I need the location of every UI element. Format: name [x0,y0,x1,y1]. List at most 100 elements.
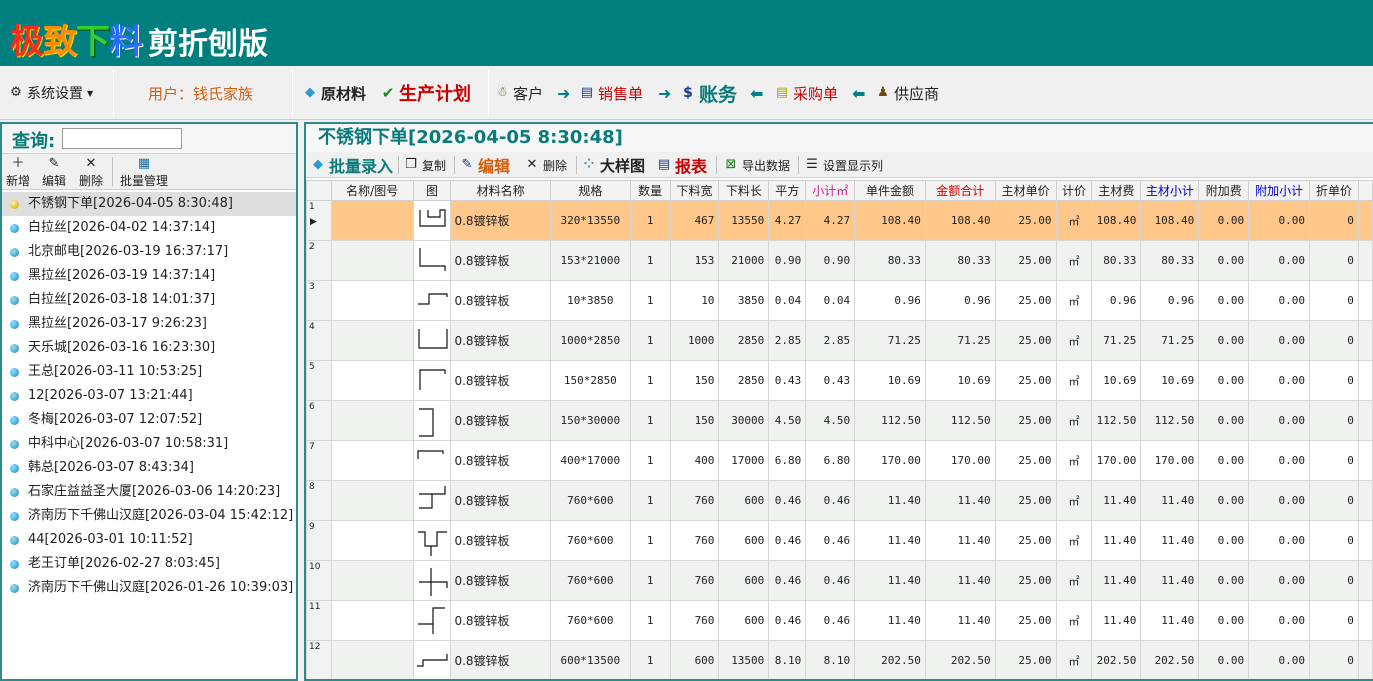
row-number[interactable]: 1 ▶ [306,200,332,241]
table-cell[interactable]: 0.8镀锌板 [450,560,551,601]
table-cell[interactable]: 170.00 [1140,440,1200,481]
part-drawing[interactable] [412,640,452,679]
table-cell[interactable]: 10 [669,280,720,321]
table-cell[interactable]: 11.40 [854,560,926,601]
table-row[interactable]: 8 0.8镀锌板 760*600 1 760 600 0.46 0.46 11.40 11.40 2… [306,480,1373,521]
table-cell[interactable]: 1 [629,240,671,281]
table-cell[interactable]: 80.33 [924,240,996,281]
table-cell[interactable]: 0.8镀锌板 [450,320,551,361]
table-cell[interactable]: 108.40 [924,200,996,241]
column-header[interactable]: 折单价 [1309,180,1359,201]
table-cell[interactable]: 2.85 [768,320,807,361]
list-item[interactable]: 天乐城[2026-03-16 16:23:30] [2,336,296,360]
table-cell[interactable]: 25.00 [994,360,1057,401]
query-input[interactable] [62,128,182,149]
part-drawing[interactable] [412,560,452,601]
edit-row-button[interactable]: ✎ 编辑 [459,155,510,176]
table-cell[interactable]: 112.50 [1091,400,1142,441]
table-cell[interactable] [330,360,414,401]
table-cell[interactable]: 1 [629,280,671,321]
table-cell[interactable]: 0.46 [805,520,856,561]
table-cell[interactable]: 0.00 [1198,200,1250,241]
table-cell[interactable]: 760 [669,600,720,641]
table-cell[interactable]: 0.96 [924,280,996,321]
table-cell[interactable]: 0 [1309,200,1359,241]
table-cell[interactable]: 760 [669,480,720,521]
table-cell[interactable]: 1 [629,600,671,641]
table-cell[interactable]: 13550 [718,200,770,241]
table-cell[interactable]: 11.40 [1140,520,1200,561]
table-cell[interactable]: 25.00 [994,440,1057,481]
table-cell[interactable]: 3850 [718,280,770,321]
table-cell[interactable]: 400 [669,440,720,481]
table-cell[interactable]: 10.69 [854,360,926,401]
table-cell[interactable]: 11.40 [924,560,996,601]
table-cell[interactable]: 21000 [718,240,770,281]
part-drawing[interactable] [412,440,452,481]
table-cell[interactable]: 1 [629,480,671,521]
column-settings-button[interactable]: ☰ 设置显示列 [804,155,883,175]
list-item[interactable]: 12[2026-03-07 13:21:44] [2,384,296,408]
list-item[interactable]: 白拉丝[2026-04-02 14:37:14] [2,216,296,240]
table-cell[interactable] [1357,560,1373,601]
supplier-button[interactable]: ♟ 供应商 [875,82,939,104]
table-cell[interactable]: ㎡ [1055,280,1093,321]
table-cell[interactable]: 0.8镀锌板 [450,240,551,281]
table-cell[interactable]: 600 [718,480,770,521]
batch-entry-button[interactable]: ◆ 批量录入 [310,155,393,176]
table-cell[interactable]: 0.90 [768,240,807,281]
list-item[interactable]: 济南历下千佛山汉庭[2026-03-04 15:42:12] [2,504,296,528]
column-header[interactable]: 下料宽 [669,180,720,201]
table-cell[interactable]: 80.33 [1140,240,1200,281]
table-cell[interactable]: 0.00 [1248,400,1311,441]
table-cell[interactable]: 0.46 [805,560,856,601]
table-cell[interactable]: 170.00 [1091,440,1142,481]
column-header[interactable]: 主材费 [1091,180,1142,201]
list-item[interactable]: 不锈钢下单[2026-04-05 8:30:48] [2,192,296,216]
table-cell[interactable]: ㎡ [1055,560,1093,601]
table-cell[interactable]: 8.10 [768,640,807,679]
column-header[interactable]: 金额合计 [924,180,996,201]
table-cell[interactable]: 25.00 [994,600,1057,641]
table-cell[interactable]: 1 [629,640,671,679]
row-number[interactable]: 4 [306,320,332,361]
table-cell[interactable]: ㎡ [1055,440,1093,481]
column-header[interactable]: 计价 [1055,180,1093,201]
table-cell[interactable]: 760*600 [549,560,631,601]
table-cell[interactable] [330,600,414,641]
table-row[interactable]: 11 0.8镀锌板 760*600 1 760 600 0.46 0.46 11.40 11.40… [306,600,1373,641]
table-cell[interactable]: 0 [1309,320,1359,361]
table-cell[interactable] [330,320,414,361]
table-cell[interactable]: 0.46 [768,520,807,561]
table-cell[interactable]: 13500 [718,640,770,679]
table-cell[interactable]: 2.85 [805,320,856,361]
list-item[interactable]: 冬梅[2026-03-07 12:07:52] [2,408,296,432]
table-cell[interactable]: 0 [1309,480,1359,521]
table-cell[interactable]: 0 [1309,520,1359,561]
table-row[interactable]: 5 0.8镀锌板 150*2850 1 150 2850 0.43 0.43 10.69 10.6… [306,360,1373,401]
table-cell[interactable]: 112.50 [924,400,996,441]
table-cell[interactable]: 150*2850 [549,360,631,401]
table-cell[interactable]: 1 [629,360,671,401]
table-cell[interactable]: 0.00 [1198,320,1250,361]
table-cell[interactable]: 202.50 [924,640,996,679]
table-cell[interactable]: 0.04 [805,280,856,321]
table-cell[interactable]: 0.00 [1248,280,1311,321]
table-cell[interactable]: 1 [629,520,671,561]
table-cell[interactable]: 467 [669,200,720,241]
table-cell[interactable]: 0.8镀锌板 [450,200,551,241]
table-cell[interactable]: 600 [718,520,770,561]
column-header[interactable]: 主材单价 [994,180,1057,201]
table-cell[interactable] [330,280,414,321]
list-item[interactable]: 韩总[2026-03-07 8:43:34] [2,456,296,480]
table-cell[interactable]: 1000*2850 [549,320,631,361]
table-cell[interactable]: 0 [1309,640,1359,679]
export-button[interactable]: ⊠ 导出数据 [723,155,790,175]
column-header[interactable]: 主材小计 [1140,180,1200,201]
table-cell[interactable]: 112.50 [1140,400,1200,441]
table-row[interactable]: 9 0.8镀锌板 760*600 1 760 600 0.46 0.46 11.40 11.40 2… [306,520,1373,561]
table-cell[interactable]: ㎡ [1055,360,1093,401]
table-cell[interactable]: 11.40 [1091,480,1142,521]
table-cell[interactable]: 0.00 [1248,640,1311,679]
column-header[interactable]: 单件金额 [854,180,926,201]
